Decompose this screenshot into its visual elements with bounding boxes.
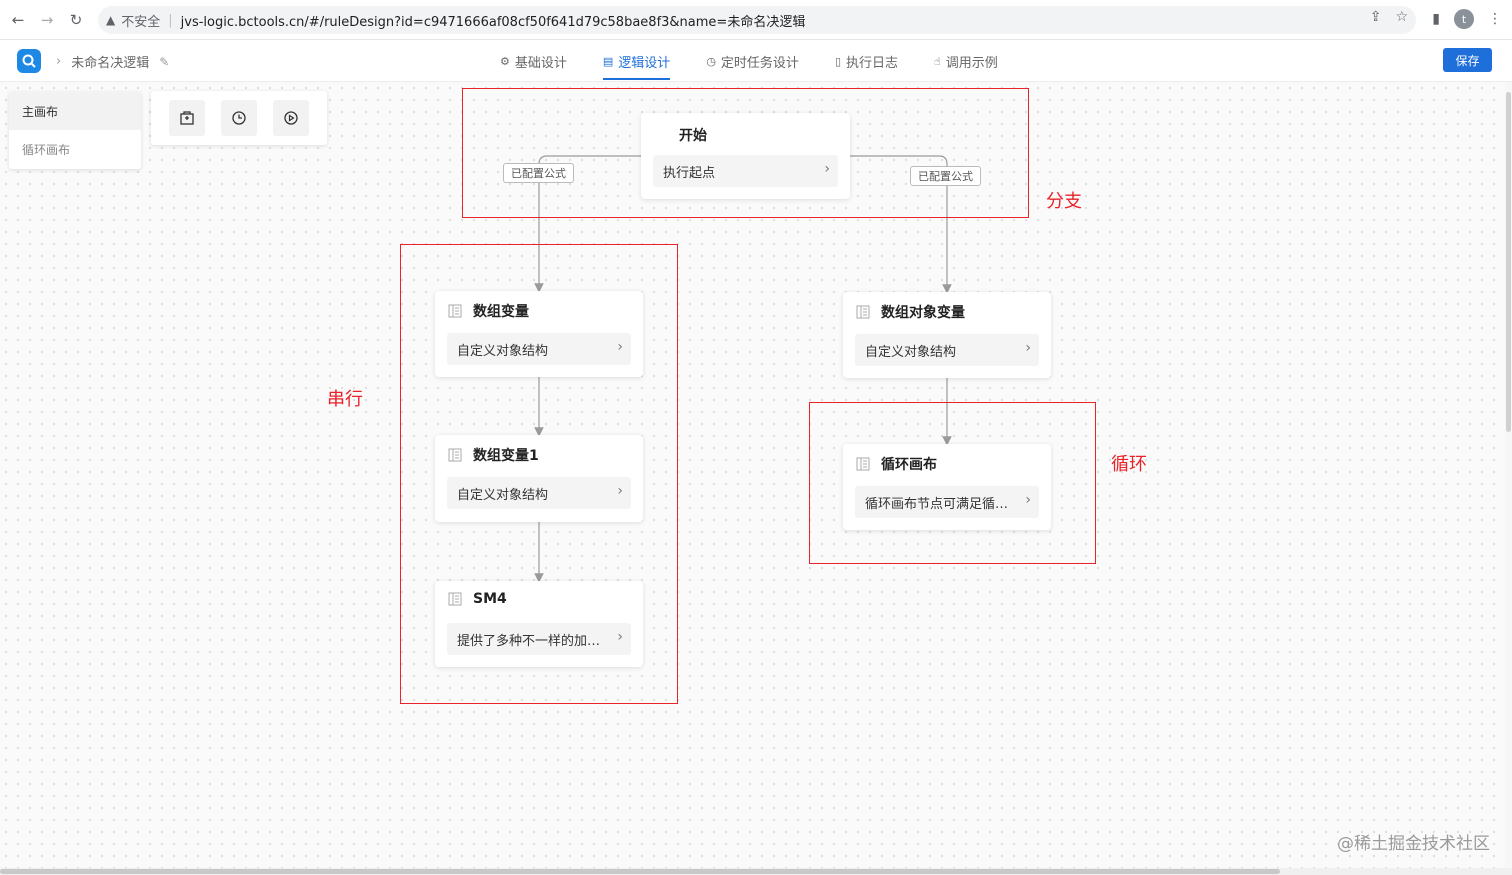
browser-actions: ▮ t ⋮ [1432, 9, 1502, 29]
document-icon: ▤ [602, 54, 614, 68]
profile-avatar[interactable]: t [1454, 9, 1474, 29]
scrollbar-thumb[interactable] [1506, 92, 1511, 432]
canvas-list: 主画布 循环画布 [9, 92, 141, 169]
tab-label: 基础设计 [514, 55, 567, 71]
app-logo[interactable] [17, 49, 41, 73]
history-tool-button[interactable] [221, 100, 257, 136]
file-icon: ▯ [834, 54, 841, 68]
star-icon[interactable]: ☆ [1395, 9, 1408, 25]
tab-label: 调用示例 [945, 55, 998, 71]
flow-node-array-object-variable[interactable]: 数组对象变量 自定义对象结构 › [843, 292, 1051, 378]
address-actions: ⇪ ☆ [1370, 9, 1408, 25]
breadcrumb: › 未命名决逻辑 ✎ [56, 52, 169, 71]
browser-toolbar: ← → ↻ ▲ 不安全 | jvs-logic.bctools.cn/#/rul… [0, 0, 1512, 40]
tab-call-example[interactable]: ☝ 调用示例 [934, 40, 998, 82]
annotation-box-serial [400, 244, 678, 704]
warning-icon: ▲ [106, 13, 116, 27]
package-icon [180, 111, 194, 125]
tab-label: 执行日志 [846, 55, 899, 71]
share-icon[interactable]: ⇪ [1370, 9, 1382, 25]
back-icon[interactable]: ← [7, 9, 29, 31]
address-separator: | [168, 12, 173, 28]
chevron-right-icon: › [56, 54, 62, 69]
app-header: › 未命名决逻辑 ✎ ⚙ 基础设计 ▤ 逻辑设计 ◷ 定时任务设计 ▯ 执行日志… [0, 40, 1512, 82]
url-text[interactable]: jvs-logic.bctools.cn/#/ruleDesign?id=c94… [181, 11, 806, 30]
tab-scheduled-task[interactable]: ◷ 定时任务设计 [706, 40, 799, 82]
canvas-item-loop[interactable]: 循环画布 [9, 130, 141, 168]
annotation-box-branch [462, 88, 1029, 218]
run-tool-button[interactable] [273, 100, 309, 136]
address-bar[interactable]: ▲ 不安全 | jvs-logic.bctools.cn/#/ruleDesig… [98, 6, 1416, 34]
node-header: 数组对象变量 [855, 302, 965, 322]
annotation-label-serial: 串行 [327, 389, 363, 410]
logo-icon [22, 54, 36, 68]
sidepanel-icon[interactable]: ▮ [1432, 11, 1440, 27]
chevron-right-icon: › [1025, 340, 1031, 356]
annotation-box-loop [809, 402, 1096, 564]
node-title: 数组对象变量 [881, 305, 965, 321]
tab-logic-design[interactable]: ▤ 逻辑设计 [602, 40, 671, 82]
scrollbar-thumb[interactable] [0, 869, 1280, 874]
annotation-label-loop: 循环 [1111, 454, 1147, 475]
table-icon [855, 304, 871, 320]
clock-icon: ◷ [706, 54, 716, 68]
node-body[interactable]: 自定义对象结构 › [855, 334, 1039, 366]
menu-icon[interactable]: ⋮ [1488, 11, 1502, 27]
hand-icon: ☝ [934, 54, 941, 68]
gear-icon: ⚙ [500, 54, 510, 68]
save-button[interactable]: 保存 [1443, 48, 1492, 72]
design-tabs: ⚙ 基础设计 ▤ 逻辑设计 ◷ 定时任务设计 ▯ 执行日志 ☝ 调用示例 [500, 40, 1034, 82]
security-label: 不安全 [121, 14, 161, 30]
tab-label: 定时任务设计 [720, 55, 799, 71]
reload-icon[interactable]: ↻ [65, 9, 87, 31]
forward-icon[interactable]: → [36, 9, 58, 31]
breadcrumb-title: 未命名决逻辑 [71, 56, 150, 71]
node-description: 自定义对象结构 [865, 344, 957, 360]
vertical-scrollbar[interactable] [1505, 82, 1512, 868]
tab-label: 逻辑设计 [618, 55, 671, 71]
edit-icon[interactable]: ✎ [159, 55, 169, 69]
canvas-item-main[interactable]: 主画布 [9, 92, 141, 130]
clock-icon [232, 111, 246, 125]
tab-execution-log[interactable]: ▯ 执行日志 [835, 40, 898, 82]
annotation-label-branch: 分支 [1046, 191, 1082, 212]
play-icon [284, 111, 298, 125]
package-tool-button[interactable] [169, 100, 205, 136]
canvas-toolbar [151, 91, 327, 145]
horizontal-scrollbar[interactable] [0, 868, 1512, 875]
tab-basic-design[interactable]: ⚙ 基础设计 [500, 40, 567, 82]
watermark: @稀土掘金技术社区 [1337, 834, 1490, 854]
